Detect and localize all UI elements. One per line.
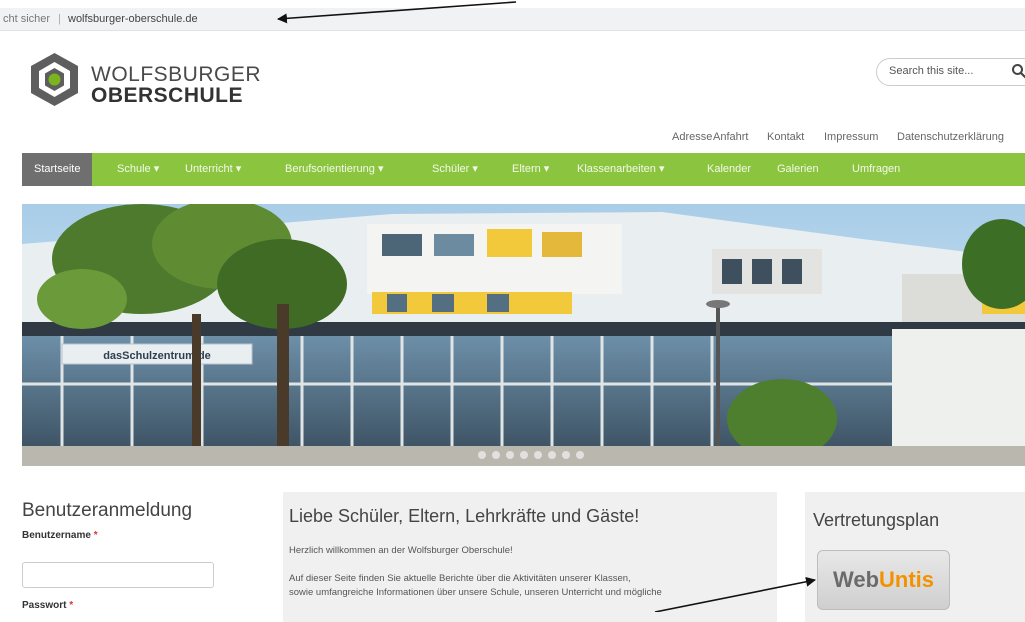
nav-kalender[interactable]: Kalender bbox=[707, 153, 751, 186]
welcome-panel: Liebe Schüler, Eltern, Lehrkräfte und Gä… bbox=[283, 492, 777, 622]
slider-dot[interactable] bbox=[562, 451, 570, 459]
nav-umfragen[interactable]: Umfragen bbox=[852, 153, 900, 186]
password-label-text: Passwort bbox=[22, 600, 67, 611]
school-logo-icon[interactable] bbox=[27, 52, 82, 107]
address-separator: | bbox=[58, 13, 61, 25]
webuntis-part1: Web bbox=[832, 567, 880, 592]
vertretungsplan-title: Vertretungsplan bbox=[813, 510, 940, 530]
slider-dot[interactable] bbox=[548, 451, 556, 459]
search-icon[interactable] bbox=[1011, 63, 1025, 79]
nav-galerien[interactable]: Galerien bbox=[777, 153, 819, 186]
link-datenschutz[interactable]: Datenschutzerklärung bbox=[897, 131, 1004, 143]
address-bar[interactable]: cht sicher | wolfsburger-oberschule.de bbox=[0, 8, 1025, 31]
nav-berufsorientierung[interactable]: Berufsorientierung ▾ bbox=[285, 153, 383, 186]
slider-dot[interactable] bbox=[520, 451, 528, 459]
slider-dot[interactable] bbox=[506, 451, 514, 459]
site-search-box[interactable] bbox=[876, 58, 1025, 86]
username-label-text: Benutzername bbox=[22, 530, 91, 541]
nav-eltern[interactable]: Eltern ▾ bbox=[512, 153, 549, 186]
link-anfahrt[interactable]: Anfahrt bbox=[713, 131, 748, 143]
welcome-text-line2: sowie umfangreiche Informationen über un… bbox=[289, 587, 662, 598]
slider-dots bbox=[478, 446, 590, 464]
required-mark: * bbox=[69, 600, 74, 611]
slider-dot[interactable] bbox=[534, 451, 542, 459]
welcome-title: Liebe Schüler, Eltern, Lehrkräfte und Gä… bbox=[289, 506, 640, 526]
hero-school-photo[interactable]: dasSchulzentrum.de bbox=[22, 204, 1025, 466]
webuntis-part2: Untis bbox=[879, 567, 935, 592]
slider-dot[interactable] bbox=[478, 451, 486, 459]
main-navigation: Startseite Schule ▾ Unterricht ▾ Berufso… bbox=[22, 153, 1025, 186]
link-impressum[interactable]: Impressum bbox=[824, 131, 878, 143]
search-input[interactable] bbox=[889, 63, 1004, 79]
welcome-greeting: Herzlich willkommen an der Wolfsburger O… bbox=[289, 545, 513, 556]
webuntis-button[interactable]: WebUntis bbox=[817, 550, 950, 610]
username-label: Benutzername * bbox=[22, 530, 98, 541]
nav-schule[interactable]: Schule ▾ bbox=[117, 153, 159, 186]
nav-unterricht[interactable]: Unterricht ▾ bbox=[185, 153, 241, 186]
password-label: Passwort * bbox=[22, 600, 73, 611]
nav-klassenarbeiten[interactable]: Klassenarbeiten ▾ bbox=[577, 153, 664, 186]
username-input[interactable] bbox=[23, 563, 217, 589]
nav-startseite[interactable]: Startseite bbox=[22, 153, 93, 186]
url-text[interactable]: wolfsburger-oberschule.de bbox=[68, 8, 198, 30]
required-mark: * bbox=[93, 530, 98, 541]
link-adresse[interactable]: Adresse bbox=[672, 131, 712, 143]
vertretungsplan-panel: Vertretungsplan WebUntis bbox=[805, 492, 1025, 622]
slider-dot[interactable] bbox=[492, 451, 500, 459]
logo-text-line2[interactable]: OBERSCHULE bbox=[91, 84, 243, 108]
login-title: Benutzeranmeldung bbox=[22, 500, 193, 521]
security-indicator[interactable]: cht sicher bbox=[3, 8, 50, 30]
username-field[interactable] bbox=[22, 562, 217, 589]
welcome-text-line1: Auf dieser Seite finden Sie aktuelle Ber… bbox=[289, 573, 631, 584]
slider-dot[interactable] bbox=[576, 451, 584, 459]
nav-schueler[interactable]: Schüler ▾ bbox=[432, 153, 478, 186]
link-kontakt[interactable]: Kontakt bbox=[767, 131, 804, 143]
